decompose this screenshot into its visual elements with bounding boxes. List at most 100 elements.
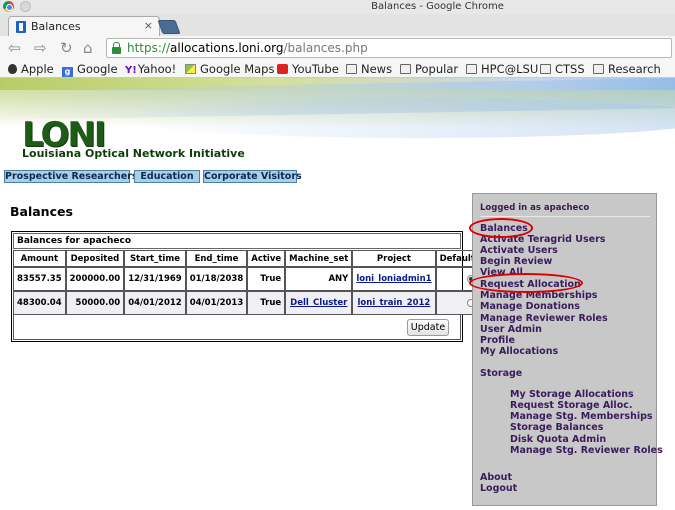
balances-table: Amount Deposited Start_time End_time Act… bbox=[13, 250, 479, 315]
tab-education[interactable]: Education bbox=[134, 170, 200, 183]
bookmark-label: News bbox=[361, 62, 393, 76]
window-title: Balances - Google Chrome bbox=[371, 1, 504, 12]
page-content: LONI Louisiana Optical Network Initiativ… bbox=[0, 78, 675, 510]
address-url: https://allocations.loni.org/balances.ph… bbox=[127, 41, 368, 55]
tab-strip: Balances × bbox=[0, 14, 675, 36]
sidebar-item-manage-donations[interactable]: Manage Donations bbox=[480, 301, 580, 312]
google-icon: g bbox=[62, 67, 73, 77]
youtube-icon bbox=[277, 64, 288, 74]
machine-set-cell: ANY bbox=[285, 267, 353, 291]
loni-subtitle: Louisiana Optical Network Initiative bbox=[22, 147, 245, 160]
yahoo-icon: Y! bbox=[125, 65, 137, 76]
sidebar-item-storage-balances[interactable]: Storage Balances bbox=[510, 422, 603, 433]
new-tab-button[interactable] bbox=[157, 20, 181, 34]
deposited-cell: 200000.00 bbox=[65, 267, 125, 291]
table-row: 48300.04 50000.00 04/01/2012 04/01/2013 … bbox=[13, 291, 479, 315]
bookmark-apple[interactable]: Apple bbox=[8, 62, 54, 76]
address-bar[interactable]: https://allocations.loni.org/balances.ph… bbox=[106, 38, 672, 58]
folder-icon bbox=[593, 64, 604, 74]
bookmark-label: Yahoo! bbox=[137, 62, 177, 76]
sidebar-item-begin-review[interactable]: Begin Review bbox=[480, 256, 552, 267]
tab-prospective-researchers[interactable]: Prospective Researchers bbox=[4, 170, 138, 183]
bookmark-youtube[interactable]: YouTube bbox=[277, 62, 339, 76]
url-path: /balances.php bbox=[283, 41, 368, 55]
highlight-circle-request-allocation bbox=[469, 273, 583, 293]
bookmark-folder-hpc[interactable]: HPC@LSU bbox=[466, 62, 538, 76]
table-caption: Balances for apacheco bbox=[13, 233, 461, 249]
bookmark-yahoo[interactable]: Y!Yahoo! bbox=[125, 62, 176, 76]
deposited-cell: 50000.00 bbox=[65, 291, 125, 315]
page-title: Balances bbox=[10, 204, 73, 219]
sidebar-item-activate-users[interactable]: Activate Users bbox=[480, 245, 558, 256]
machine-set-link[interactable]: Dell_Cluster bbox=[290, 298, 347, 308]
apple-icon bbox=[8, 64, 17, 74]
bookmark-label: Research bbox=[608, 62, 661, 76]
divider bbox=[480, 216, 650, 217]
back-arrow-icon[interactable]: ⇦ bbox=[8, 39, 21, 57]
amount-cell: 48300.04 bbox=[13, 291, 66, 315]
column-header: Active bbox=[247, 250, 286, 267]
reload-icon[interactable]: ↻ bbox=[60, 39, 73, 57]
active-cell: True bbox=[247, 291, 286, 315]
sidebar-item-my-storage-allocations[interactable]: My Storage Allocations bbox=[510, 389, 634, 400]
machine-set-cell: Dell_Cluster bbox=[285, 291, 353, 315]
column-header: Project bbox=[352, 250, 436, 267]
table-row: 83557.35 200000.00 12/31/1969 01/18/2038… bbox=[13, 267, 479, 291]
bookmark-folder-news[interactable]: News bbox=[346, 62, 392, 76]
bookmark-google-maps[interactable]: Google Maps bbox=[185, 62, 274, 76]
sidebar-item-about[interactable]: About bbox=[480, 472, 512, 483]
bookmark-label: HPC@LSU bbox=[481, 62, 539, 76]
balances-table-container: Balances for apacheco Amount Deposited S… bbox=[11, 231, 479, 342]
sidebar-item-manage-stg-memberships[interactable]: Manage Stg. Memberships bbox=[510, 411, 653, 422]
column-header: Amount bbox=[13, 250, 66, 267]
sidebar-item-logout[interactable]: Logout bbox=[480, 483, 517, 494]
update-row bbox=[13, 315, 461, 340]
bookmark-folder-popular[interactable]: Popular bbox=[400, 62, 458, 76]
start-time-cell: 12/31/1969 bbox=[124, 267, 186, 291]
home-icon[interactable]: ⌂ bbox=[83, 39, 93, 57]
end-time-cell: 01/18/2038 bbox=[185, 267, 248, 291]
bookmark-label: Google bbox=[77, 62, 118, 76]
folder-icon bbox=[540, 64, 551, 74]
end-time-cell: 04/01/2013 bbox=[185, 291, 248, 315]
url-scheme: https:// bbox=[127, 41, 171, 55]
forward-arrow-icon[interactable]: ⇨ bbox=[34, 39, 47, 57]
bookmark-label: CTSS bbox=[555, 62, 585, 76]
sidebar-item-user-admin[interactable]: User Admin bbox=[480, 324, 542, 335]
sidebar-item-disk-quota-admin[interactable]: Disk Quota Admin bbox=[510, 434, 606, 445]
bookmark-google[interactable]: g Google bbox=[62, 62, 118, 77]
tab-close-icon[interactable]: × bbox=[144, 19, 153, 32]
loni-banner: LONI Louisiana Optical Network Initiativ… bbox=[0, 78, 675, 168]
sidebar-item-manage-stg-reviewer-roles[interactable]: Manage Stg. Reviewer Roles bbox=[510, 445, 663, 456]
project-cell: loni_loniadmin1 bbox=[352, 267, 436, 291]
active-cell: True bbox=[247, 267, 286, 291]
bookmark-label: Popular bbox=[415, 62, 459, 76]
bookmark-label: Apple bbox=[21, 62, 54, 76]
column-header: Deposited bbox=[65, 250, 125, 267]
bookmarks-bar: Apple g Google Y!Yahoo! Google Maps YouTu… bbox=[0, 60, 675, 78]
bookmark-folder-research[interactable]: Research bbox=[593, 62, 661, 76]
amount-cell: 83557.35 bbox=[13, 267, 66, 291]
column-header: Machine_set bbox=[285, 250, 353, 267]
url-host: allocations.loni.org bbox=[170, 41, 284, 55]
project-link[interactable]: loni_loniadmin1 bbox=[356, 274, 431, 284]
browser-toolbar: ⇦ ⇨ ↻ ⌂ https://allocations.loni.org/bal… bbox=[0, 36, 675, 60]
column-header: End_time bbox=[185, 250, 248, 267]
update-button[interactable]: Update bbox=[407, 319, 449, 336]
start-time-cell: 04/01/2012 bbox=[124, 291, 186, 315]
project-cell: loni_train_2012 bbox=[352, 291, 436, 315]
sidebar-item-my-allocations[interactable]: My Allocations bbox=[480, 346, 558, 357]
project-link[interactable]: loni_train_2012 bbox=[358, 298, 431, 308]
sidebar-item-request-storage-alloc[interactable]: Request Storage Alloc. bbox=[510, 400, 632, 411]
sidebar-item-manage-reviewer-roles[interactable]: Manage Reviewer Roles bbox=[480, 313, 608, 324]
tab-balances[interactable]: Balances × bbox=[8, 16, 160, 36]
storage-heading: Storage bbox=[480, 368, 523, 379]
tab-label: Balances bbox=[31, 20, 81, 33]
column-header: Start_time bbox=[124, 250, 186, 267]
tab-corporate-visitors[interactable]: Corporate Visitors bbox=[203, 170, 302, 183]
bookmark-label: YouTube bbox=[292, 62, 339, 76]
logged-in-label: Logged in as apacheco bbox=[480, 203, 590, 213]
bookmark-folder-ctss[interactable]: CTSS bbox=[540, 62, 585, 76]
sidebar-item-profile[interactable]: Profile bbox=[480, 335, 515, 346]
maps-icon bbox=[185, 64, 196, 74]
